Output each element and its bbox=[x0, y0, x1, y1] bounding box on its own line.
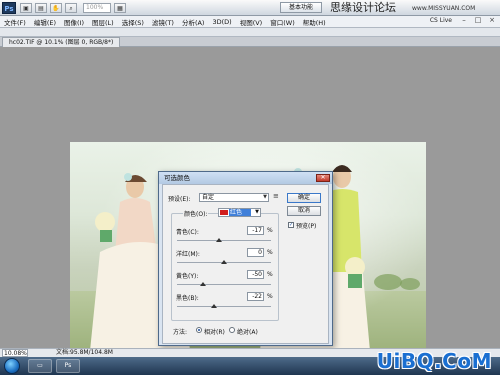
zoom-tool-icon[interactable]: ⌕ bbox=[65, 2, 77, 13]
selective-color-dialog: 可选颜色 ✕ 预设(E): 自定 ▼ ≡ 确定 取消 ✓ 预览(P) 颜色(O)… bbox=[158, 171, 333, 346]
cancel-button[interactable]: 取消 bbox=[287, 206, 321, 216]
menu-select[interactable]: 选择(S) bbox=[118, 17, 148, 27]
menu-analysis[interactable]: 分析(A) bbox=[178, 17, 209, 27]
dialog-title: 可选颜色 bbox=[159, 172, 332, 184]
cyan-slider-thumb[interactable] bbox=[216, 238, 222, 242]
method-relative-radio[interactable] bbox=[196, 327, 202, 333]
yellow-slider-thumb[interactable] bbox=[200, 282, 206, 286]
site-url: www.MISSYUAN.COM bbox=[412, 5, 476, 12]
site-name: 思缘设计论坛 bbox=[330, 1, 396, 14]
cs-live-button[interactable]: CS Live bbox=[430, 17, 452, 24]
colors-value: 红色 bbox=[229, 209, 251, 216]
start-button-icon[interactable] bbox=[4, 358, 20, 374]
close-icon[interactable]: × bbox=[486, 16, 498, 26]
cyan-percent: % bbox=[267, 227, 273, 234]
magenta-label: 洋红(M): bbox=[176, 251, 200, 258]
document-tab-bar: hc02.TIF @ 10.1% (图层 0, RGB/8*) bbox=[0, 37, 500, 47]
menu-layer[interactable]: 图层(L) bbox=[88, 17, 118, 27]
hand-icon[interactable]: ✋ bbox=[50, 2, 62, 13]
preset-select[interactable]: 自定 ▼ bbox=[199, 193, 269, 202]
dialog-body: 预设(E): 自定 ▼ ≡ 确定 取消 ✓ 预览(P) 颜色(O): 红色 ▼ … bbox=[162, 184, 329, 344]
minibridge-icon[interactable]: ▤ bbox=[35, 2, 47, 13]
menu-view[interactable]: 视图(V) bbox=[236, 17, 267, 27]
method-relative-label: 相对(R) bbox=[204, 329, 225, 336]
window-controls: – □ × bbox=[458, 16, 498, 26]
yellow-label: 黄色(Y): bbox=[176, 273, 199, 280]
close-icon[interactable]: ✕ bbox=[316, 174, 330, 182]
app-bar-tools: ▣ ▤ ✋ ⌕ 100% ▦ bbox=[20, 2, 126, 13]
menu-3d[interactable]: 3D(D) bbox=[208, 18, 235, 26]
black-label: 黑色(B): bbox=[176, 295, 199, 302]
black-slider-thumb[interactable] bbox=[211, 304, 217, 308]
maximize-icon[interactable]: □ bbox=[472, 16, 484, 26]
magenta-input[interactable]: 0 bbox=[247, 248, 264, 257]
cyan-input[interactable]: -17 bbox=[247, 226, 264, 235]
ok-button[interactable]: 确定 bbox=[287, 193, 321, 203]
preset-value: 自定 bbox=[202, 194, 215, 201]
magenta-percent: % bbox=[267, 249, 273, 256]
black-slider-track[interactable] bbox=[177, 306, 271, 307]
document-size-status[interactable]: 文档:95.8M/104.8M bbox=[56, 349, 113, 357]
zoom-level-select[interactable]: 100% bbox=[83, 2, 111, 13]
chevron-down-icon: ▼ bbox=[263, 194, 267, 200]
options-bar bbox=[0, 28, 500, 37]
preset-options-icon[interactable]: ≡ bbox=[273, 192, 279, 200]
minimize-icon[interactable]: – bbox=[458, 16, 470, 26]
taskbar-folder-icon[interactable]: ▭ bbox=[28, 359, 52, 373]
menu-image[interactable]: 图像(I) bbox=[60, 17, 88, 27]
menu-help[interactable]: 帮助(H) bbox=[299, 17, 330, 27]
magenta-slider-thumb[interactable] bbox=[221, 260, 227, 264]
colors-label: 颜色(O): bbox=[183, 209, 209, 218]
method-absolute-label: 绝对(A) bbox=[237, 329, 258, 336]
yellow-slider-track[interactable] bbox=[177, 284, 271, 285]
black-input[interactable]: -22 bbox=[247, 292, 264, 301]
menu-filter[interactable]: 滤镜(T) bbox=[148, 17, 178, 27]
app-title-bar: Ps ▣ ▤ ✋ ⌕ 100% ▦ 基本功能 思缘设计论坛 www.MISSYU… bbox=[0, 0, 500, 16]
taskbar-photoshop-icon[interactable]: Ps bbox=[56, 359, 80, 373]
document-tab[interactable]: hc02.TIF @ 10.1% (图层 0, RGB/8*) bbox=[2, 37, 121, 47]
cyan-label: 青色(C): bbox=[176, 229, 199, 236]
yellow-percent: % bbox=[267, 271, 273, 278]
yellow-input[interactable]: -50 bbox=[247, 270, 264, 279]
preview-label: 预览(P) bbox=[296, 223, 317, 230]
menu-window[interactable]: 窗口(W) bbox=[266, 17, 299, 27]
chevron-down-icon: ▼ bbox=[255, 209, 259, 215]
watermark-logo: UiBQ.CoM bbox=[376, 349, 492, 373]
preset-label: 预设(E): bbox=[168, 196, 191, 203]
arrange-icon[interactable]: ▦ bbox=[114, 2, 126, 13]
method-absolute-radio[interactable] bbox=[229, 327, 235, 333]
cyan-slider-track[interactable] bbox=[177, 240, 271, 241]
menu-bar: 文件(F) 编辑(E) 图像(I) 图层(L) 选择(S) 滤镜(T) 分析(A… bbox=[0, 16, 500, 28]
menu-edit[interactable]: 编辑(E) bbox=[30, 17, 60, 27]
colors-select[interactable]: 红色 ▼ bbox=[218, 208, 261, 217]
red-swatch bbox=[220, 210, 228, 215]
method-label: 方法: bbox=[173, 329, 188, 336]
photoshop-logo: Ps bbox=[2, 1, 16, 14]
preview-checkbox[interactable]: ✓ bbox=[288, 222, 294, 228]
black-percent: % bbox=[267, 293, 273, 300]
zoom-status-field[interactable]: 10.08% bbox=[2, 349, 28, 357]
workspace-button[interactable]: 基本功能 bbox=[280, 2, 322, 13]
menu-file[interactable]: 文件(F) bbox=[0, 17, 30, 27]
bridge-icon[interactable]: ▣ bbox=[20, 2, 32, 13]
